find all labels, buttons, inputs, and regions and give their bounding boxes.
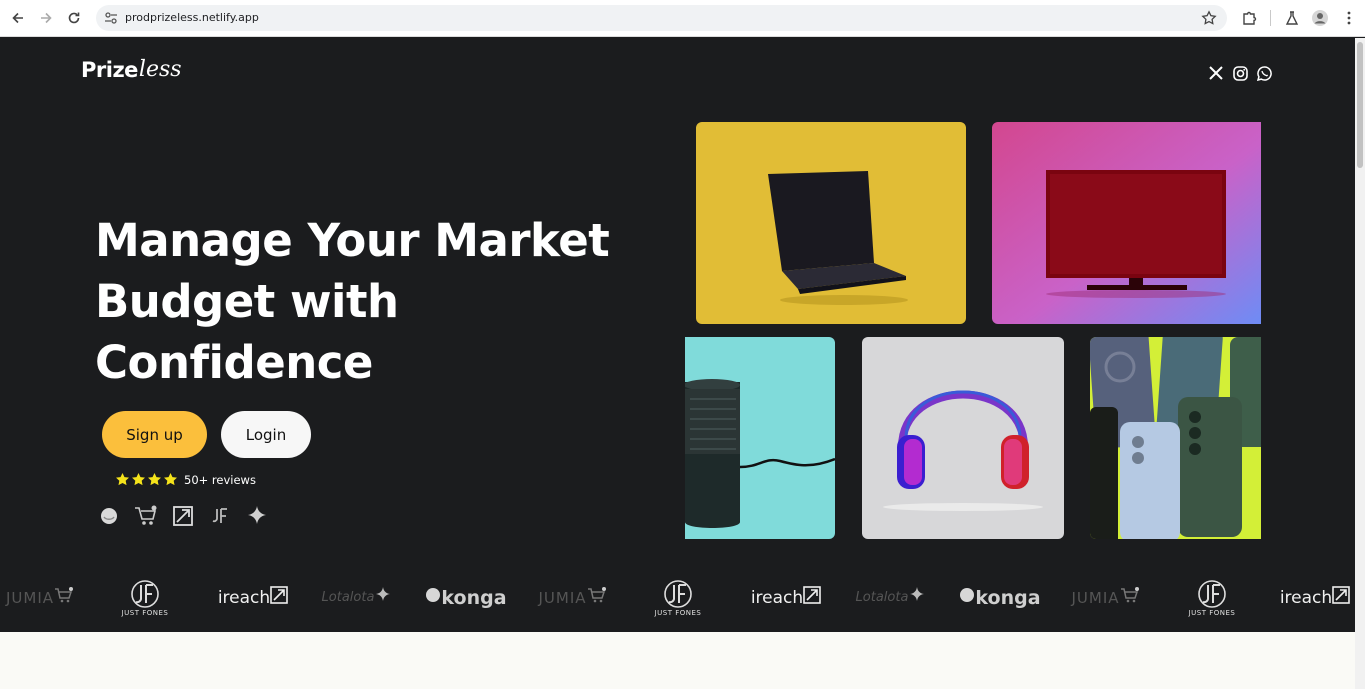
partner-logo-justfones: JUST FONES	[643, 563, 713, 632]
back-icon[interactable]	[8, 8, 28, 28]
labs-icon[interactable]	[1282, 8, 1302, 28]
jumia-cart-icon	[587, 587, 607, 608]
toolbar-divider	[1270, 10, 1271, 26]
partner-name: JUMIA	[1071, 588, 1120, 607]
partner-logo-jumia: JUMIA	[0, 563, 80, 632]
ireach-icon	[270, 586, 288, 609]
hero-headline: Manage Your Market Budget with Confidenc…	[95, 210, 675, 393]
partner-name: Lotalota	[321, 590, 375, 605]
partner-name: konga	[975, 586, 1041, 609]
partner-name: JUST FONES	[1188, 608, 1236, 617]
scrollbar-thumb[interactable]	[1357, 42, 1363, 168]
x-icon[interactable]	[1208, 65, 1224, 81]
partner-name: JUMIA	[5, 588, 55, 607]
partner-logo-justfones: JUST FONES	[110, 563, 180, 632]
partner-name: Lotalota	[855, 590, 909, 605]
product-tile-speaker[interactable]	[685, 337, 835, 539]
headline-line-1: Manage Your Market	[95, 214, 610, 267]
bookmark-star-icon[interactable]	[1201, 10, 1217, 26]
logo-text-less: less	[138, 57, 182, 82]
headline-line-2: Budget with Confidence	[95, 275, 399, 389]
partner-logo-ireach: ireach	[1275, 563, 1355, 632]
address-bar[interactable]: prodprizeless.netlify.app	[96, 5, 1227, 31]
partner-logo-konga: konga	[954, 563, 1046, 632]
partner-logo-jumia: JUMIA	[1063, 563, 1148, 632]
url-text[interactable]: prodprizeless.netlify.app	[125, 11, 259, 24]
justfones-icon	[1198, 579, 1226, 608]
reload-icon[interactable]	[64, 8, 84, 28]
partner-name: ireach	[750, 587, 804, 608]
star-icon	[132, 472, 145, 486]
reviews-rating: 50+ reviews	[115, 472, 256, 487]
site-settings-icon[interactable]	[103, 10, 119, 26]
brand-icon-row	[97, 504, 269, 528]
star-icon	[116, 472, 129, 486]
partner-name: ireach	[217, 587, 271, 608]
ireach-icon	[171, 504, 195, 528]
justfones-icon	[664, 579, 692, 608]
konga-icon	[97, 504, 121, 528]
landing-page: Prize less Manage Your Market Budget wit…	[0, 38, 1355, 689]
whatsapp-icon[interactable]	[1256, 65, 1272, 81]
page-scrollbar[interactable]	[1355, 38, 1365, 689]
partner-logo-konga: konga	[420, 563, 512, 632]
reviews-count: 50+ reviews	[184, 472, 256, 487]
social-links	[1208, 65, 1272, 81]
partner-name: JUST FONES	[654, 608, 702, 617]
forward-icon[interactable]	[36, 8, 56, 28]
product-tile-headphones[interactable]	[862, 337, 1064, 539]
star-icon	[164, 472, 177, 486]
jumia-cart-icon	[1120, 587, 1140, 608]
partner-logo-ireach: ireach	[208, 563, 298, 632]
partner-logo-justfones: JUST FONES	[1177, 563, 1247, 632]
konga-icon	[425, 587, 441, 608]
ireach-icon	[1332, 586, 1350, 609]
product-tile-phones[interactable]	[1090, 337, 1261, 539]
partner-logo-jumia: JUMIA	[530, 563, 615, 632]
partner-name: JUMIA	[538, 588, 587, 607]
logo-text-prize: Prize	[81, 58, 138, 82]
product-tile-monitor[interactable]	[992, 122, 1261, 324]
konga-icon	[959, 587, 975, 608]
sparkle-icon	[908, 586, 926, 609]
sparkle-icon	[245, 504, 269, 528]
next-section	[0, 632, 1355, 689]
product-tile-laptop[interactable]	[696, 122, 966, 324]
sparkle-icon	[374, 586, 392, 609]
jumia-cart-icon	[134, 504, 158, 528]
partner-name: ireach	[1279, 587, 1333, 608]
profile-icon[interactable]	[1310, 8, 1330, 28]
jumia-cart-icon	[54, 587, 74, 608]
partner-logo-ireach: ireach	[741, 563, 831, 632]
star-icon	[148, 472, 161, 486]
menu-icon[interactable]	[1339, 8, 1359, 28]
partner-logo-strip: JUMIA JUST FONES ireach Lotalota konga J…	[0, 563, 1355, 632]
signup-button[interactable]: Sign up	[102, 411, 207, 458]
justfones-icon	[131, 579, 159, 608]
browser-toolbar: prodprizeless.netlify.app	[0, 0, 1365, 37]
partner-logo-lotalota: Lotalota	[312, 563, 402, 632]
prizeless-logo[interactable]: Prize less	[81, 52, 182, 82]
partner-name: JUST FONES	[121, 608, 169, 617]
login-button[interactable]: Login	[221, 411, 311, 458]
partner-logo-lotalota: Lotalota	[846, 563, 936, 632]
ireach-icon	[803, 586, 821, 609]
extensions-icon[interactable]	[1239, 8, 1259, 28]
instagram-icon[interactable]	[1232, 65, 1248, 81]
partner-name: konga	[441, 586, 507, 609]
justfones-icon	[208, 504, 232, 528]
